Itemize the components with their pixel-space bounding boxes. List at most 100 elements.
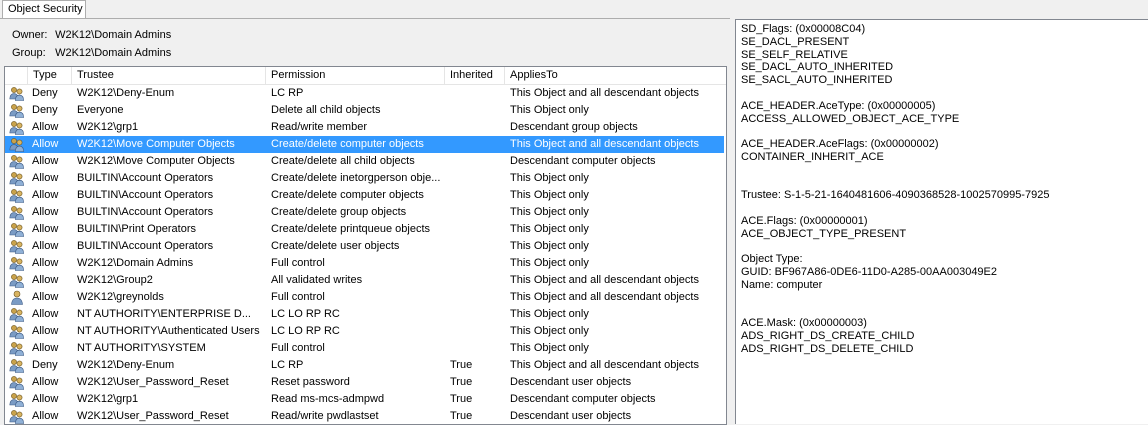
detail-line: ACE_HEADER.AceType: (0x00000005) (741, 99, 936, 112)
table-row[interactable]: Allow W2K12\grp1 Read/write member Descenda… (5, 119, 724, 136)
cell-trustee: Everyone (77, 104, 124, 116)
cell-appliesto: This Object and all descendant objects (510, 138, 699, 150)
detail-line (741, 164, 1148, 177)
cell-appliesto: This Object and all descendant objects (510, 291, 699, 303)
table-row[interactable]: Deny W2K12\Deny-Enum LC RP True This Object … (5, 357, 724, 374)
detail-line: Object Type: (741, 253, 803, 266)
table-row[interactable]: Allow BUILTIN\Account Operators Create/del… (5, 238, 724, 255)
group-icon (9, 137, 25, 152)
cell-appliesto: Descendant user objects (510, 410, 632, 422)
tab-object-security[interactable]: Object Security (2, 0, 86, 18)
cell-type: Allow (32, 376, 59, 388)
table-row[interactable]: Allow NT AUTHORITY\ENTERPRISE D... LC LO R… (5, 306, 724, 323)
table-row[interactable]: Allow NT AUTHORITY\Authenticated Users LC … (5, 323, 724, 340)
cell-appliesto: This Object only (510, 104, 589, 116)
cell-trustee: BUILTIN\Print Operators (77, 223, 196, 235)
cell-type: Allow (32, 155, 59, 167)
detail-line: ACE_HEADER.AceFlags: (0x00000002) (741, 138, 939, 151)
cell-permission: Reset password (271, 376, 350, 388)
detail-line: Trustee: S-1-5-21-1640481606-4090368528-… (741, 189, 1050, 202)
list-header: Type Trustee Permission Inherited Applie… (5, 67, 726, 85)
cell-appliesto: This Object only (510, 189, 589, 201)
table-row[interactable]: Deny W2K12\Deny-Enum LC RP This Object and … (5, 85, 724, 102)
table-row[interactable]: Allow W2K12\grp1 Read ms-mcs-admpwd True Des… (5, 391, 724, 408)
cell-appliesto: This Object only (510, 223, 589, 235)
cell-appliesto: This Object only (510, 240, 589, 252)
column-header-permission[interactable]: Permission (266, 67, 445, 84)
cell-permission: LC LO RP RC (271, 308, 340, 320)
column-header-type[interactable]: Type (28, 67, 72, 84)
table-row[interactable]: Allow W2K12\User_Password_Reset Reset pass… (5, 374, 724, 391)
column-header-appliesto[interactable]: AppliesTo (505, 67, 726, 84)
cell-trustee: W2K12\User_Password_Reset (77, 376, 229, 388)
table-row[interactable]: Allow BUILTIN\Account Operators Create/del… (5, 204, 724, 221)
group-icon (9, 86, 25, 101)
group-icon (9, 256, 25, 271)
table-row[interactable]: Allow W2K12\Move Computer Objects Create/d… (5, 153, 724, 170)
cell-inherited (450, 153, 504, 170)
group-icon (9, 273, 25, 288)
cell-trustee: NT AUTHORITY\SYSTEM (77, 342, 206, 354)
cell-permission: Read ms-mcs-admpwd (271, 393, 385, 405)
detail-line (741, 202, 1148, 215)
cell-inherited (450, 119, 504, 136)
cell-type: Deny (32, 359, 58, 371)
detail-line: ADS_RIGHT_DS_DELETE_CHILD (741, 342, 914, 355)
cell-inherited: True (450, 410, 473, 422)
cell-inherited (450, 272, 504, 289)
cell-type: Allow (32, 189, 59, 201)
cell-type: Allow (32, 325, 59, 337)
table-row[interactable]: Allow W2K12\User_Password_Reset Read/write… (5, 408, 724, 424)
cell-type: Allow (32, 308, 59, 320)
cell-permission: LC RP (271, 359, 304, 371)
cell-appliesto: This Object only (510, 342, 589, 354)
cell-permission: Create/delete inetorgperson obje... (271, 172, 441, 184)
column-header-trustee[interactable]: Trustee (72, 67, 266, 84)
cell-type: Allow (32, 121, 59, 133)
group-icon (9, 307, 25, 322)
table-row[interactable]: Allow BUILTIN\Print Operators Create/delet… (5, 221, 724, 238)
group-icon (9, 154, 25, 169)
cell-inherited (450, 340, 504, 357)
column-header-inherited[interactable]: Inherited (445, 67, 505, 84)
cell-appliesto: This Object and all descendant objects (510, 359, 699, 371)
detail-line: SE_SACL_AUTO_INHERITED (741, 74, 893, 87)
cell-permission: LC RP (271, 87, 304, 99)
detail-line: SE_DACL_AUTO_INHERITED (741, 61, 894, 74)
cell-trustee: BUILTIN\Account Operators (77, 189, 214, 201)
cell-trustee: NT AUTHORITY\ENTERPRISE D... (77, 308, 251, 320)
table-row[interactable]: Allow W2K12\Move Computer Objects Create/d… (5, 136, 724, 153)
table-row[interactable]: Allow W2K12\greynolds Full control This Obj… (5, 289, 724, 306)
detail-line: SE_SELF_RELATIVE (741, 48, 848, 61)
column-header-icon[interactable] (5, 67, 28, 84)
table-row[interactable]: Allow NT AUTHORITY\SYSTEM Full control This… (5, 340, 724, 357)
cell-permission: LC LO RP RC (271, 325, 340, 337)
group-icon (9, 103, 25, 118)
details-pane[interactable]: SD_Flags: (0x00008C04) SE_DACL_PRESENT SE_… (735, 19, 1148, 424)
cell-permission: Full control (271, 342, 325, 354)
detail-line (741, 87, 1148, 100)
ace-list[interactable]: Type Trustee Permission Inherited Applie… (4, 66, 727, 425)
cell-permission: Delete all child objects (271, 104, 381, 116)
cell-inherited (450, 204, 504, 221)
left-pane: Owner: W2K12\Domain Admins Group: W2K12\… (0, 18, 730, 425)
table-row[interactable]: Deny Everyone Delete all child objects This… (5, 102, 724, 119)
cell-trustee: W2K12\Domain Admins (77, 257, 194, 269)
table-row[interactable]: Allow W2K12\Domain Admins Full control This… (5, 255, 724, 272)
cell-inherited (450, 136, 504, 153)
table-row[interactable]: Allow W2K12\Group2 All validated writes Thi… (5, 272, 724, 289)
cell-trustee: W2K12\Group2 (77, 274, 153, 286)
cell-trustee: W2K12\greynolds (77, 291, 164, 303)
detail-line (741, 305, 1148, 318)
group-icon (9, 120, 25, 135)
cell-type: Allow (32, 257, 59, 269)
table-row[interactable]: Allow BUILTIN\Account Operators Create/del… (5, 170, 724, 187)
cell-trustee: W2K12\Move Computer Objects (77, 138, 235, 150)
table-row[interactable]: Allow BUILTIN\Account Operators Create/del… (5, 187, 724, 204)
cell-permission: All validated writes (271, 274, 363, 286)
cell-inherited (450, 85, 504, 102)
detail-line: Name: computer (741, 278, 823, 291)
detail-line (741, 177, 1148, 190)
detail-line: ACE_OBJECT_TYPE_PRESENT (741, 227, 907, 240)
cell-appliesto: This Object only (510, 172, 589, 184)
